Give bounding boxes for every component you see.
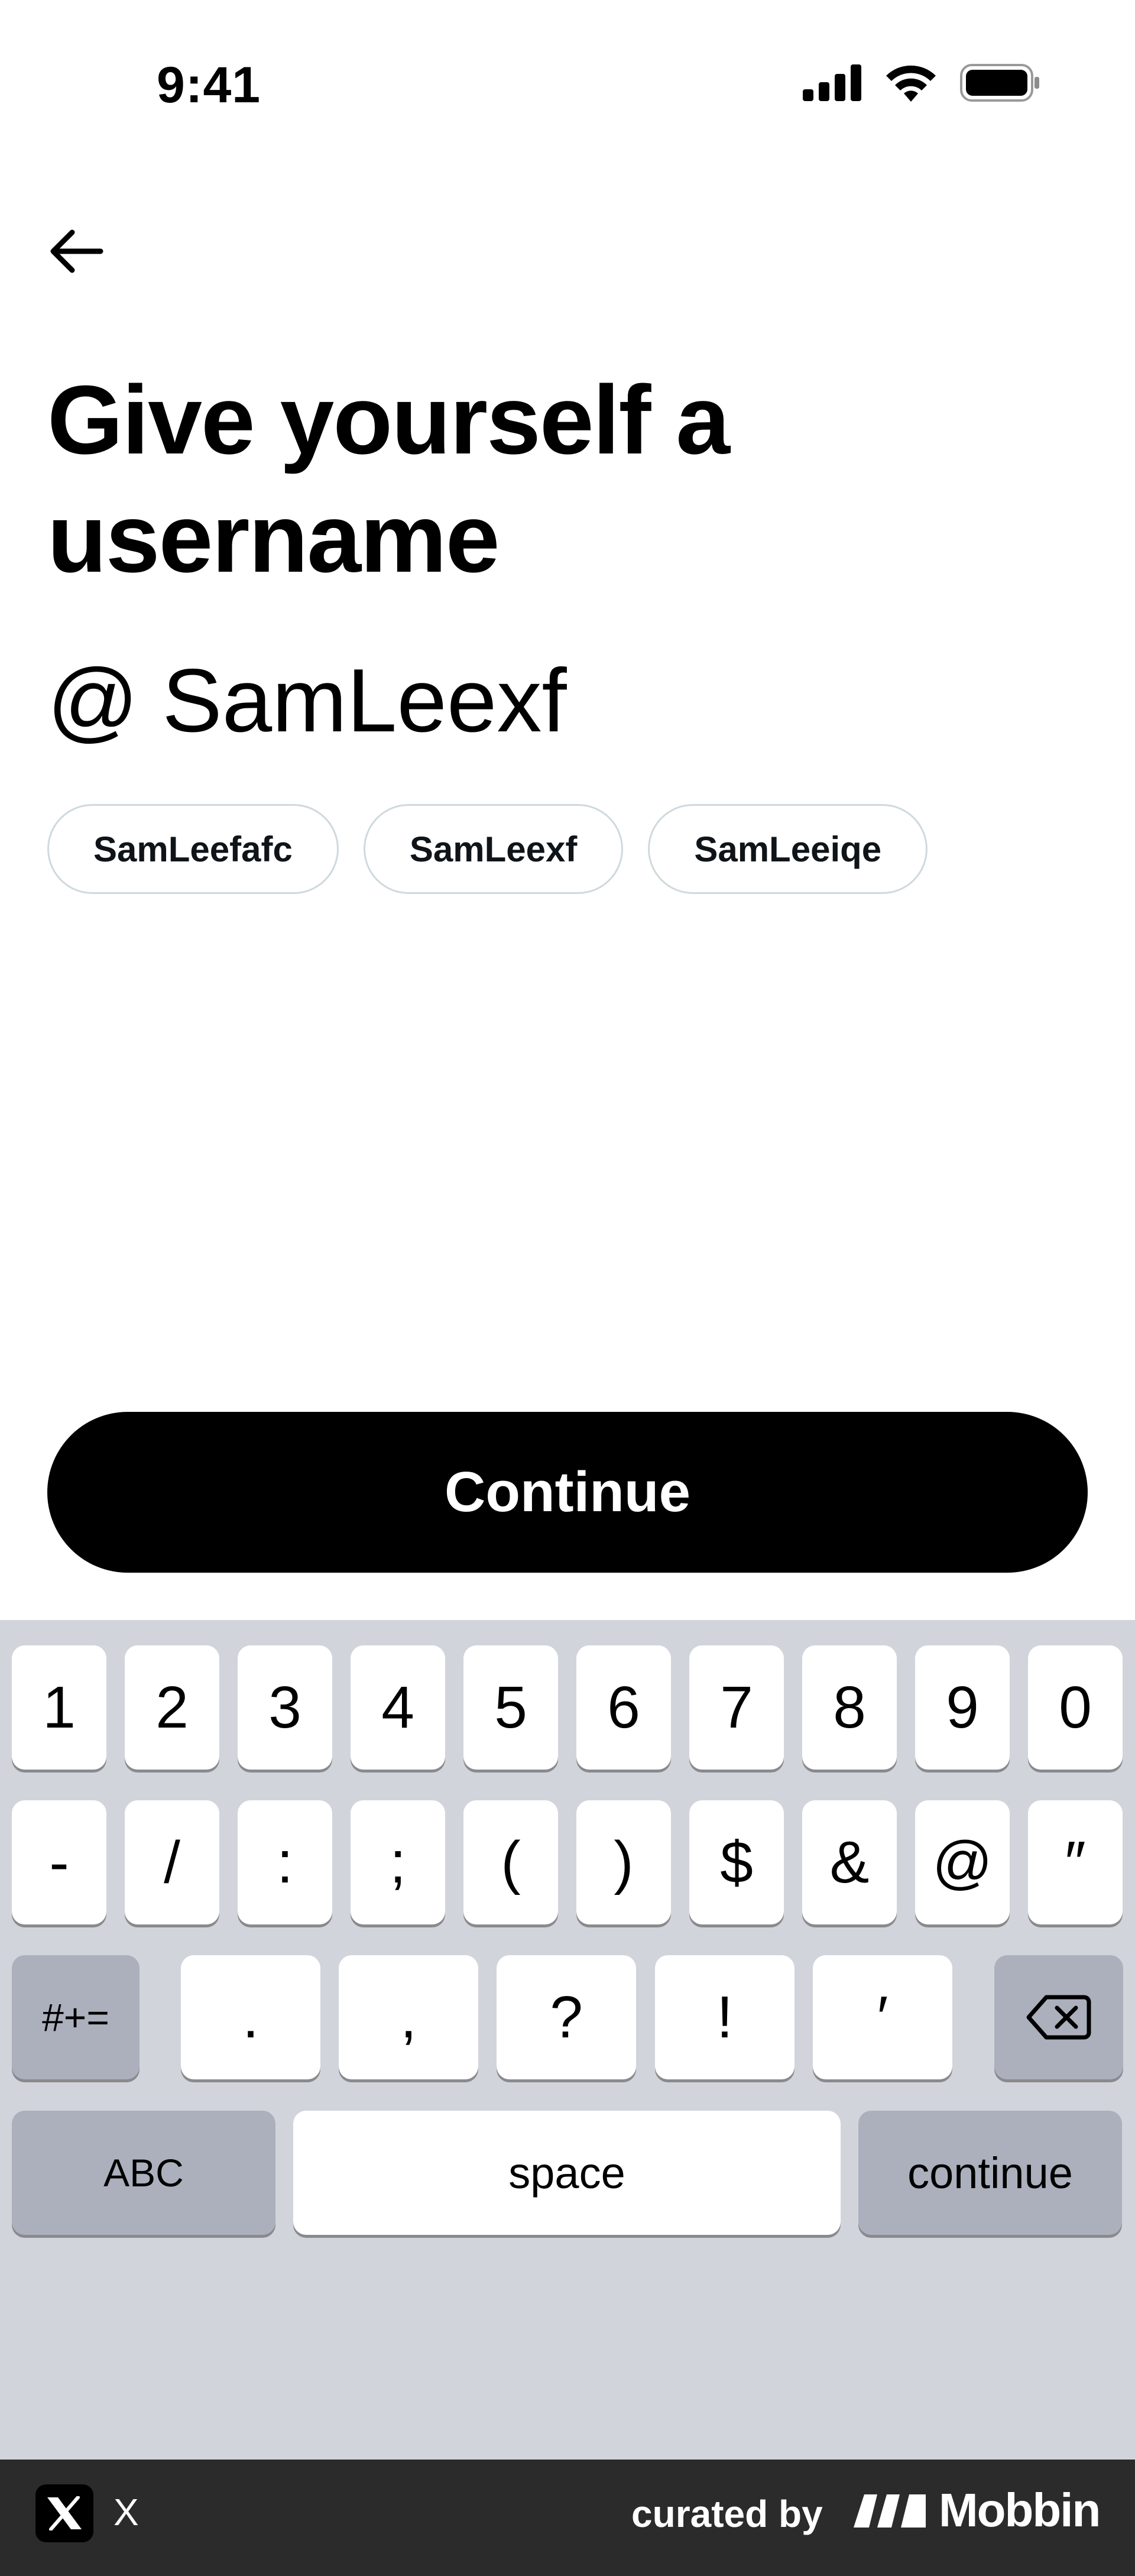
- suggestion-chip[interactable]: SamLeefafc: [47, 804, 339, 894]
- key-8[interactable]: 8: [802, 1645, 897, 1770]
- keyboard-row-punctuation: #+= . , ? ! ′: [0, 1955, 1135, 2079]
- at-prefix: @: [47, 650, 139, 751]
- key-6[interactable]: 6: [576, 1645, 671, 1770]
- key-5[interactable]: 5: [463, 1645, 558, 1770]
- key-ampersand[interactable]: &: [802, 1800, 897, 1924]
- username-suggestions: SamLeefafc SamLeexf SamLeeiqe: [47, 804, 928, 894]
- key-close-paren[interactable]: ): [576, 1800, 671, 1924]
- key-double-quote[interactable]: ″: [1028, 1800, 1123, 1924]
- wifi-icon: [886, 65, 936, 102]
- mobbin-logo-icon: [854, 2494, 926, 2528]
- key-open-paren[interactable]: (: [463, 1800, 558, 1924]
- key-continue[interactable]: continue: [858, 2111, 1122, 2235]
- status-time: 9:41: [157, 57, 261, 114]
- key-1[interactable]: 1: [12, 1645, 106, 1770]
- key-0[interactable]: 0: [1028, 1645, 1123, 1770]
- suggestion-chip[interactable]: SamLeeiqe: [648, 804, 928, 894]
- key-more-symbols[interactable]: #+=: [12, 1955, 140, 2079]
- footer-app-name: X: [114, 2491, 139, 2533]
- key-period[interactable]: .: [181, 1955, 320, 2079]
- x-logo-icon: [35, 2484, 93, 2542]
- back-button[interactable]: [47, 219, 118, 284]
- key-7[interactable]: 7: [689, 1645, 784, 1770]
- key-4[interactable]: 4: [351, 1645, 445, 1770]
- key-at[interactable]: @: [915, 1800, 1010, 1924]
- key-exclamation[interactable]: !: [655, 1955, 794, 2079]
- key-3[interactable]: 3: [238, 1645, 332, 1770]
- delete-key[interactable]: [994, 1955, 1123, 2079]
- keyboard-row-numbers: 1 2 3 4 5 6 7 8 9 0: [0, 1645, 1135, 1770]
- cellular-signal-icon: [803, 64, 861, 101]
- mobbin-brand: Mobbin: [851, 2483, 1101, 2538]
- battery-icon: [960, 64, 1039, 102]
- key-comma[interactable]: ,: [339, 1955, 478, 2079]
- key-abc[interactable]: ABC: [12, 2111, 275, 2235]
- key-semicolon[interactable]: ;: [351, 1800, 445, 1924]
- username-field[interactable]: @ SamLeexf: [47, 644, 567, 757]
- page-title: Give yourself a username: [47, 365, 730, 592]
- suggestion-chip[interactable]: SamLeexf: [363, 804, 624, 894]
- arrow-left-icon: [50, 229, 103, 273]
- key-2[interactable]: 2: [125, 1645, 219, 1770]
- status-icons: [803, 64, 1040, 102]
- keyboard-row-symbols: - / : ; ( ) $ & @ ″: [0, 1800, 1135, 1924]
- username-value: SamLeexf: [162, 650, 567, 751]
- key-slash[interactable]: /: [125, 1800, 219, 1924]
- backspace-icon: [1026, 1995, 1091, 2040]
- key-colon[interactable]: :: [238, 1800, 332, 1924]
- continue-button[interactable]: Continue: [47, 1412, 1088, 1573]
- key-space[interactable]: space: [293, 2111, 841, 2235]
- footer-bar: X curated by Mobbin: [0, 2460, 1135, 2576]
- key-apostrophe[interactable]: ′: [813, 1955, 952, 2079]
- key-question[interactable]: ?: [497, 1955, 636, 2079]
- key-9[interactable]: 9: [915, 1645, 1010, 1770]
- status-bar: 9:41: [0, 0, 1135, 166]
- key-hyphen[interactable]: -: [12, 1800, 106, 1924]
- keyboard-row-bottom: ABC space continue: [0, 2111, 1135, 2235]
- keyboard: 1 2 3 4 5 6 7 8 9 0 - / : ; ( ) $ & @ ″ …: [0, 1620, 1135, 2460]
- footer-brand-name: Mobbin: [939, 2484, 1101, 2536]
- key-dollar[interactable]: $: [689, 1800, 784, 1924]
- footer-curated-by: curated by: [631, 2493, 823, 2535]
